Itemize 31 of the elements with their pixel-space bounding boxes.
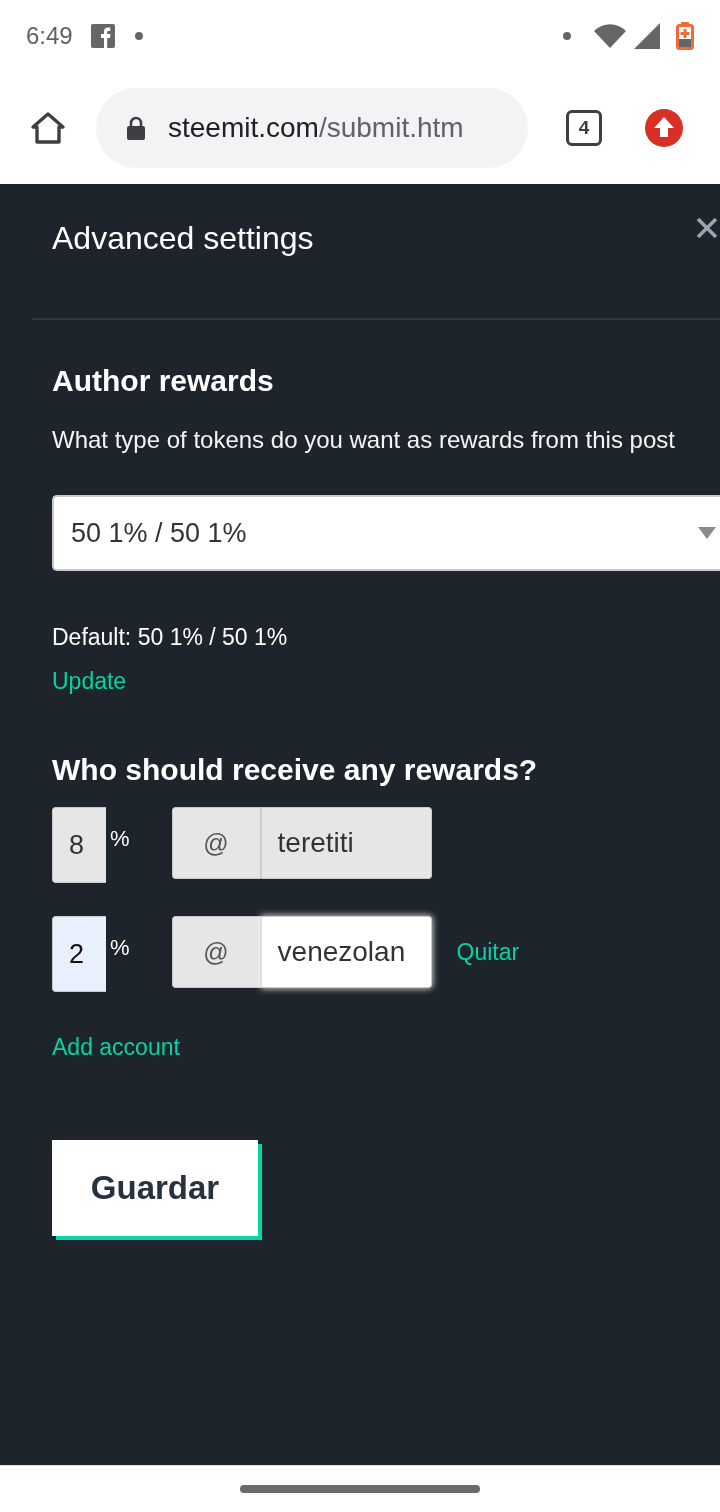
- section-heading: Who should receive any rewards?: [52, 752, 538, 788]
- caret-icon: [698, 527, 716, 539]
- add-account-link[interactable]: Add account: [52, 1025, 180, 1069]
- at-prefix: @: [171, 807, 262, 879]
- address-bar[interactable]: steemit.com/submit.htm: [96, 88, 528, 168]
- battery-icon: [676, 22, 694, 50]
- percent-field[interactable]: 2: [52, 916, 106, 992]
- home-icon[interactable]: [30, 111, 66, 145]
- percent-sign: %: [110, 825, 130, 853]
- percent-sign: %: [110, 934, 130, 962]
- rewards-select[interactable]: 50 1% / 50 1%: [52, 495, 720, 571]
- tab-switcher-button[interactable]: 4: [566, 110, 602, 146]
- dialog-title: Advanced settings: [52, 219, 314, 258]
- arrow-up-icon[interactable]: [645, 109, 683, 147]
- at-prefix: @: [171, 916, 262, 988]
- close-icon[interactable]: [696, 217, 718, 239]
- app-notification-icon: [90, 24, 115, 48]
- update-link[interactable]: Update: [52, 659, 127, 703]
- default-note: Default: 50 1% / 50 1%: [52, 623, 288, 652]
- remove-link[interactable]: Quitar: [456, 930, 520, 974]
- username-field[interactable]: venezolan: [261, 916, 432, 988]
- notification-dot-icon: [134, 32, 143, 40]
- url-host: steemit.com: [168, 112, 319, 144]
- notification-dot-icon: [563, 32, 571, 40]
- status-time: 6:49: [26, 21, 73, 51]
- lock-icon: [126, 116, 146, 140]
- section-heading: Author rewards: [52, 363, 274, 399]
- wifi-icon: [594, 24, 626, 48]
- section-description: What type of tokens do you want as rewards from this post: [52, 425, 675, 455]
- url-path: /submit.htm: [318, 112, 464, 144]
- signal-icon: [634, 23, 660, 49]
